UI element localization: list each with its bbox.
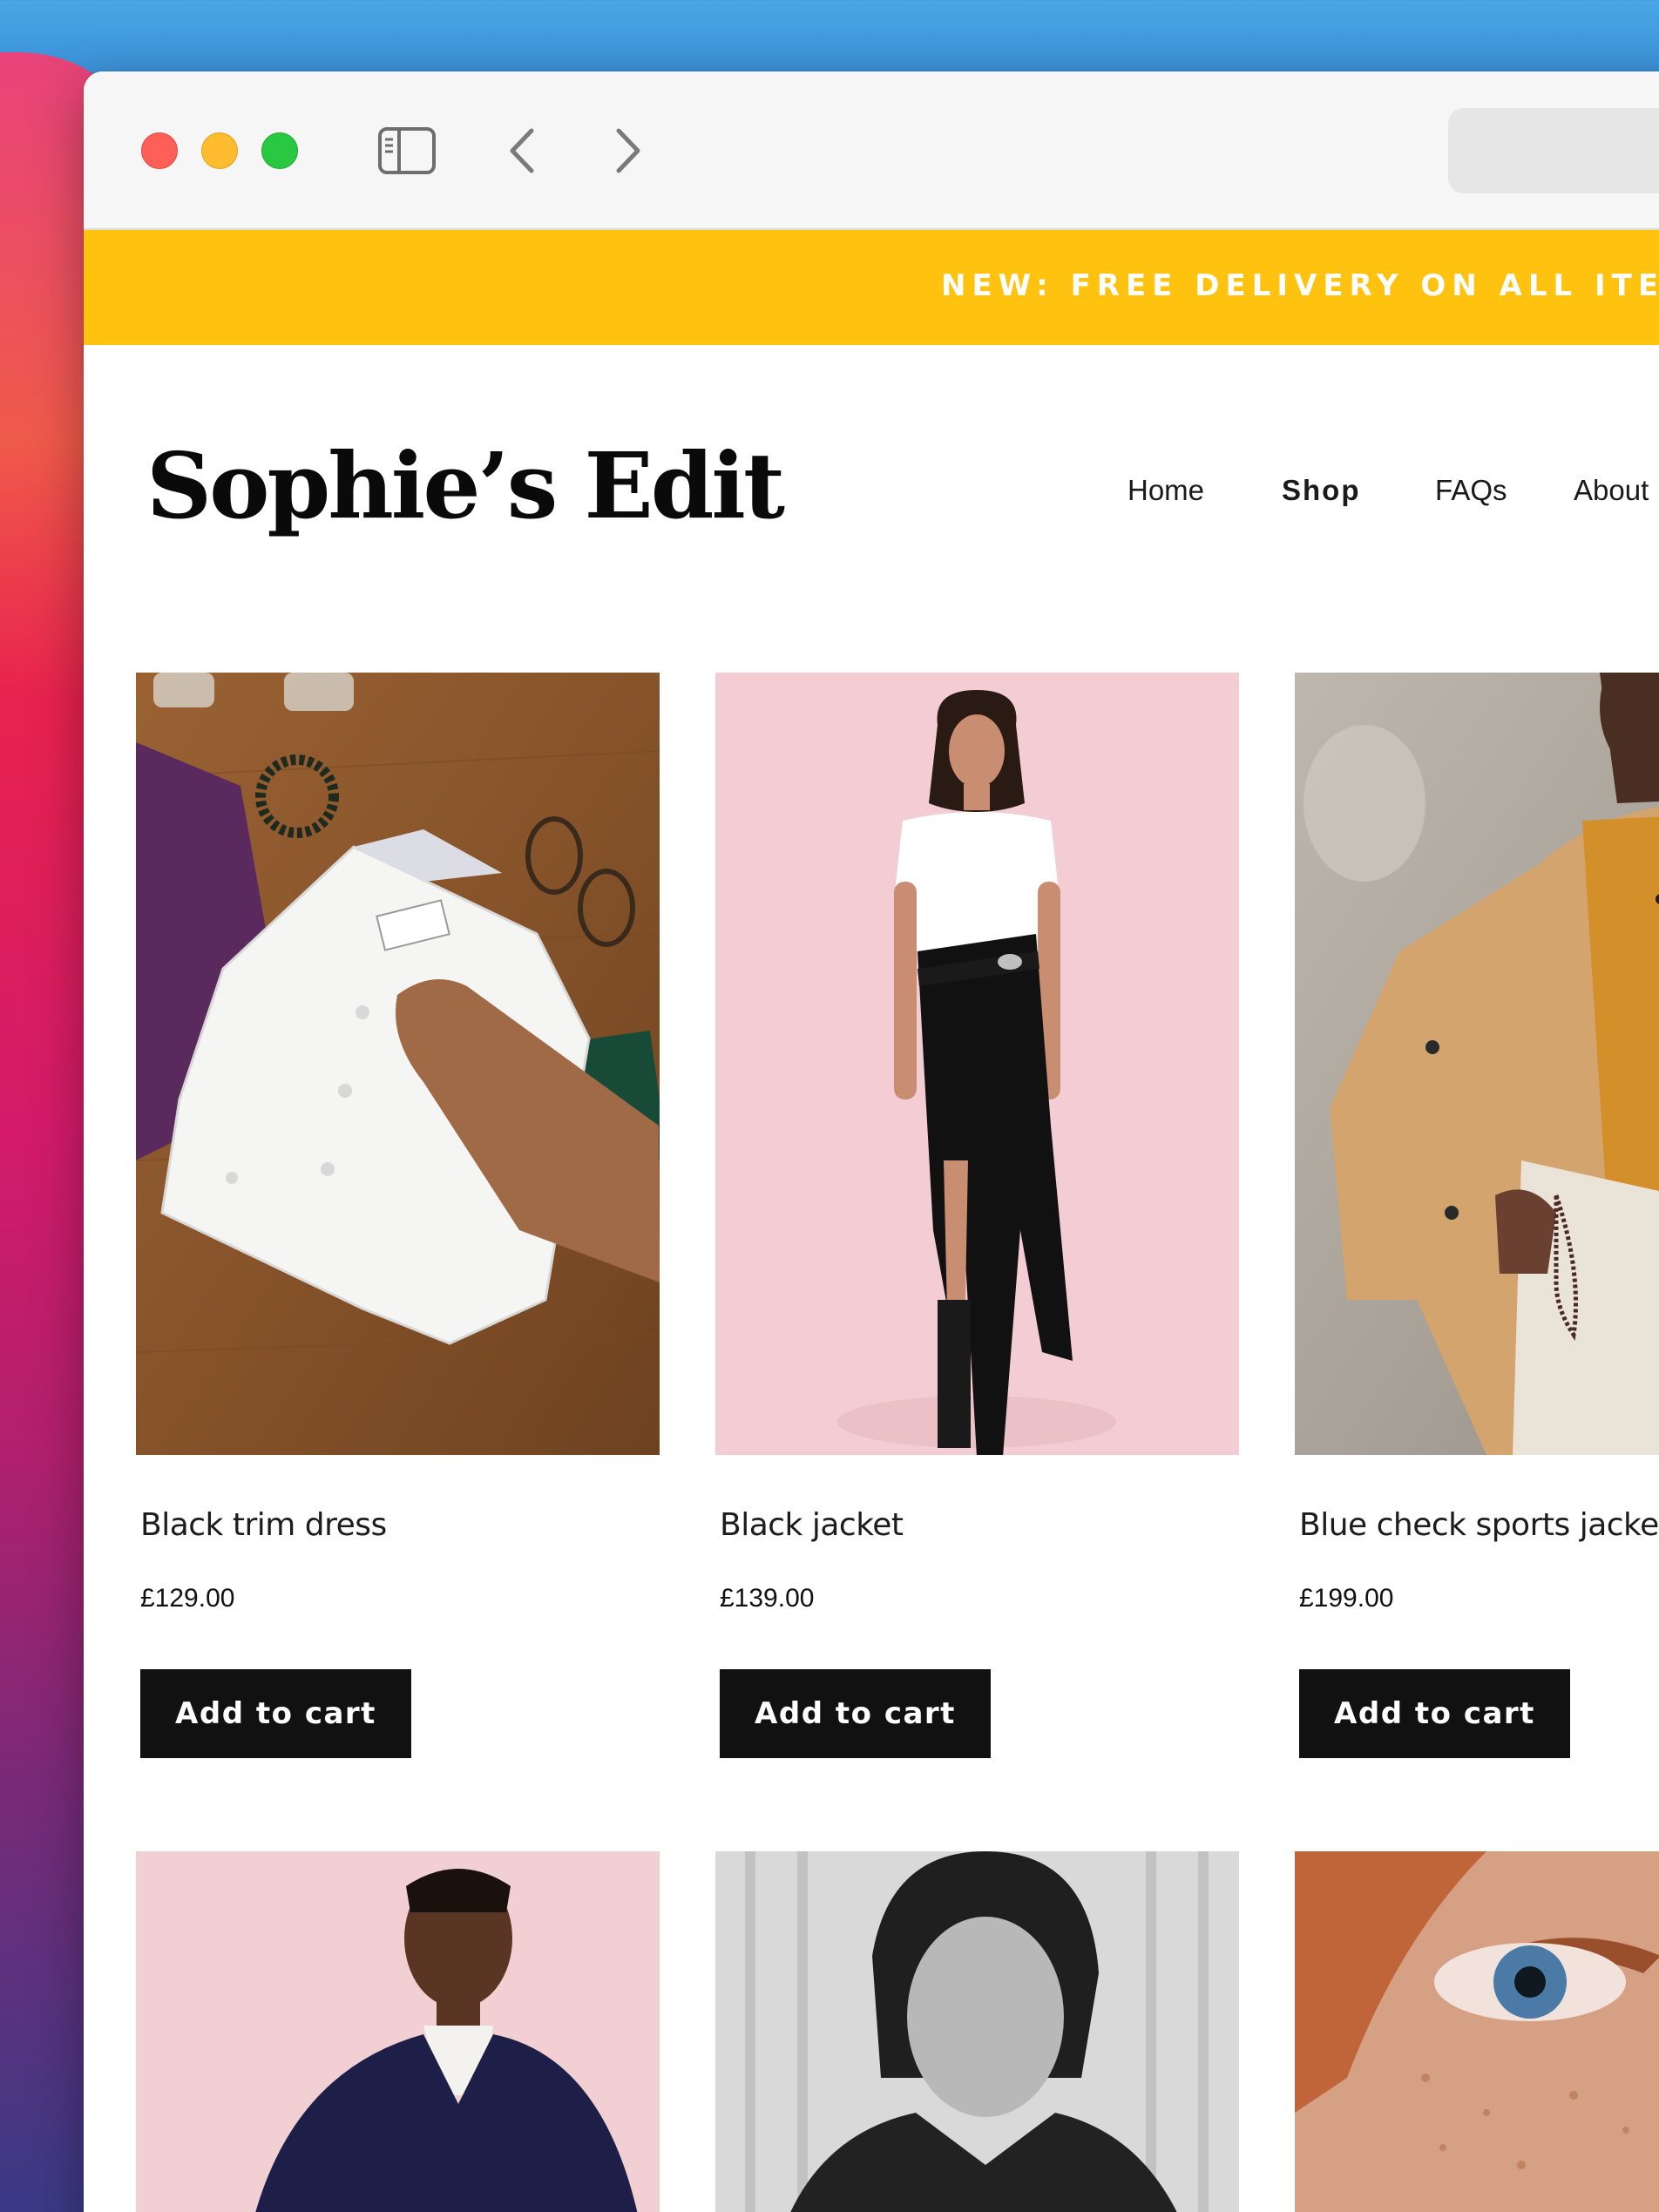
add-to-cart-button[interactable]: Add to cart bbox=[720, 1669, 991, 1758]
promo-banner: NEW: FREE DELIVERY ON ALL ITEMS bbox=[84, 230, 1659, 345]
nav-about-link[interactable]: About bbox=[1574, 474, 1649, 507]
back-chevron-icon[interactable] bbox=[502, 125, 544, 176]
minimize-window-button[interactable] bbox=[201, 132, 238, 169]
product-name[interactable]: Black trim dress bbox=[140, 1507, 387, 1543]
product-price: £129.00 bbox=[140, 1584, 235, 1613]
product-price: £139.00 bbox=[720, 1584, 815, 1613]
close-window-button[interactable] bbox=[141, 132, 178, 169]
product-image-closeup-eye[interactable] bbox=[1295, 1851, 1659, 2212]
browser-toolbar bbox=[84, 71, 1659, 230]
nav-faqs-link[interactable]: FAQs bbox=[1435, 474, 1507, 507]
site-header: Sophie’s Edit Home Shop FAQs About bbox=[84, 345, 1659, 606]
product-price: £199.00 bbox=[1299, 1584, 1394, 1613]
product-name[interactable]: Blue check sports jacket bbox=[1299, 1507, 1659, 1543]
product-image-model-man[interactable] bbox=[1295, 673, 1659, 1455]
product-image-shirt[interactable] bbox=[136, 673, 660, 1455]
address-bar[interactable] bbox=[1448, 108, 1659, 193]
site-logo[interactable]: Sophie’s Edit bbox=[146, 432, 785, 539]
promo-text: NEW: FREE DELIVERY ON ALL ITEMS bbox=[941, 268, 1659, 303]
product-image-sweater-man[interactable] bbox=[136, 1851, 660, 2212]
add-to-cart-button[interactable]: Add to cart bbox=[140, 1669, 411, 1758]
product-image-model-woman[interactable] bbox=[715, 673, 1239, 1455]
product-name[interactable]: Black jacket bbox=[720, 1507, 904, 1543]
nav-shop-link[interactable]: Shop bbox=[1282, 474, 1360, 507]
zoom-window-button[interactable] bbox=[261, 132, 298, 169]
sidebar-toggle-icon[interactable] bbox=[376, 125, 437, 176]
forward-chevron-icon[interactable] bbox=[606, 125, 648, 176]
browser-window: NEW: FREE DELIVERY ON ALL ITEMS Sophie’s… bbox=[84, 71, 1659, 2212]
nav-home-link[interactable]: Home bbox=[1127, 474, 1204, 507]
add-to-cart-button[interactable]: Add to cart bbox=[1299, 1669, 1570, 1758]
product-image-model-bw[interactable] bbox=[715, 1851, 1239, 2212]
